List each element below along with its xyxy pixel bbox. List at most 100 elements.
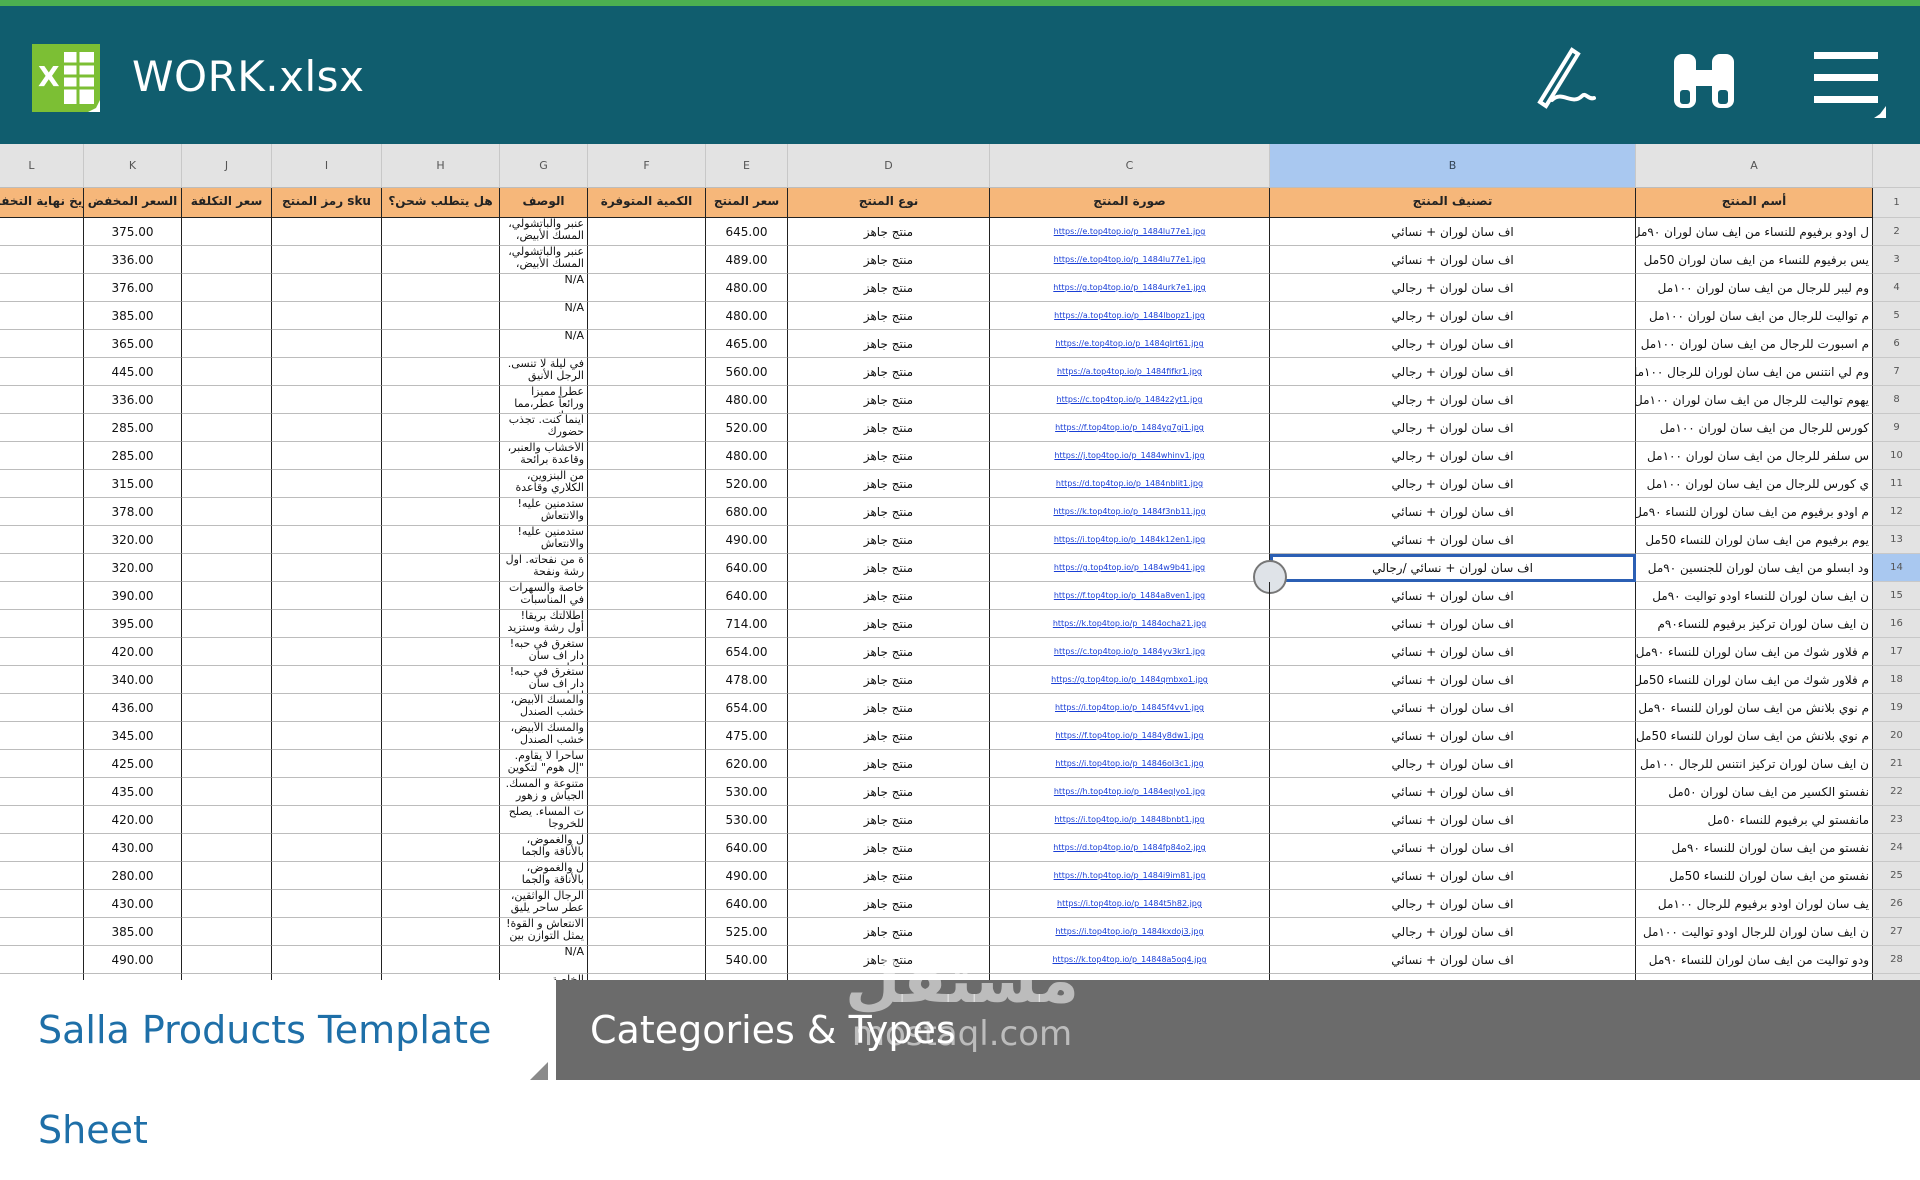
table-cell[interactable]: الأخشاب والعنبر، وقاعدة برائحة [500,442,588,470]
table-cell[interactable] [588,722,706,750]
table-cell[interactable]: اف سان لوران + نسائي [1270,778,1636,806]
table-cell[interactable] [272,918,382,946]
table-cell[interactable] [0,694,84,722]
table-cell[interactable]: اف سان لوران + رجالي [1270,386,1636,414]
table-cell[interactable]: منتج جاهز [788,918,990,946]
image-link-cell[interactable]: https://c.top4top.io/p_1484yv3kr1.jpg [990,638,1270,666]
table-cell[interactable]: 336.00 [84,246,182,274]
table-cell[interactable] [0,862,84,890]
table-cell[interactable]: م اسبورت للرجال من ايف سان لوران ١٠٠مل [1636,330,1873,358]
table-cell[interactable] [182,694,272,722]
hamburger-menu-icon[interactable] [1808,40,1888,120]
column-header-i[interactable]: I [272,144,382,188]
table-cell[interactable]: اف سان لوران + رجالي [1270,274,1636,302]
table-cell[interactable] [382,302,500,330]
table-cell[interactable] [182,582,272,610]
table-cell[interactable]: الانتعاش و القوة! يمثل التوازن بين [500,918,588,946]
image-link-cell[interactable]: https://f.top4top.io/p_1484yg7gi1.jpg [990,414,1270,442]
table-cell[interactable] [382,610,500,638]
table-cell[interactable] [382,806,500,834]
table-cell[interactable] [182,498,272,526]
row-number[interactable]: 16 [1873,610,1920,638]
table-cell[interactable] [588,666,706,694]
table-cell[interactable] [588,442,706,470]
table-cell[interactable] [272,806,382,834]
table-cell[interactable]: 345.00 [84,722,182,750]
table-cell[interactable] [0,554,84,582]
table-cell[interactable]: منتج جاهز [788,442,990,470]
table-cell[interactable] [0,386,84,414]
table-cell[interactable]: 654.00 [706,638,788,666]
table-cell[interactable]: 714.00 [706,610,788,638]
table-cell[interactable] [272,442,382,470]
table-cell[interactable]: 285.00 [84,414,182,442]
table-cell[interactable]: نفستو من ايف سان لوران للنساء ٩٠مل [1636,834,1873,862]
table-cell[interactable] [382,722,500,750]
header-cell-f[interactable]: الكمية المتوفرة [588,188,706,218]
table-cell[interactable] [272,330,382,358]
table-cell[interactable]: اف سان لوران + رجالي [1270,918,1636,946]
image-link-cell[interactable]: https://i.top4top.io/p_1484k12en1.jpg [990,526,1270,554]
row-number[interactable]: 6 [1873,330,1920,358]
table-cell[interactable] [588,918,706,946]
table-cell[interactable]: منتج جاهز [788,778,990,806]
table-cell[interactable] [382,246,500,274]
table-cell[interactable] [588,470,706,498]
table-cell[interactable]: وم ليبر للرجال من ايف سان لوران ١٠٠مل [1636,274,1873,302]
table-cell[interactable]: 645.00 [706,218,788,246]
table-cell[interactable] [0,918,84,946]
table-cell[interactable] [0,666,84,694]
table-cell[interactable] [382,358,500,386]
table-cell[interactable]: N/A [500,302,588,330]
table-cell[interactable]: منتج جاهز [788,834,990,862]
row-number[interactable]: 12 [1873,498,1920,526]
table-cell[interactable] [272,778,382,806]
table-cell[interactable] [0,442,84,470]
table-cell[interactable]: اف سان لوران + رجالي [1270,302,1636,330]
table-cell[interactable]: 285.00 [84,442,182,470]
row-number[interactable]: 5 [1873,302,1920,330]
table-cell[interactable] [0,498,84,526]
table-cell[interactable]: 480.00 [706,302,788,330]
table-cell[interactable] [588,414,706,442]
table-cell[interactable] [0,470,84,498]
table-cell[interactable] [382,274,500,302]
image-link-cell[interactable]: https://f.top4top.io/p_1484y8dw1.jpg [990,722,1270,750]
table-cell[interactable]: ستدمنين عليه! والانتعاش [500,526,588,554]
table-cell[interactable] [272,638,382,666]
table-cell[interactable]: 640.00 [706,834,788,862]
table-cell[interactable] [182,918,272,946]
table-cell[interactable]: منتج جاهز [788,554,990,582]
table-cell[interactable] [182,778,272,806]
table-cell[interactable] [382,918,500,946]
table-cell[interactable]: اف سان لوران + رجالي [1270,330,1636,358]
table-cell[interactable]: N/A [500,274,588,302]
table-cell[interactable] [382,330,500,358]
table-cell[interactable]: 320.00 [84,526,182,554]
table-cell[interactable] [272,526,382,554]
column-header-d[interactable]: D [788,144,990,188]
header-cell-k[interactable]: السعر المخفض [84,188,182,218]
table-cell[interactable]: منتج جاهز [788,722,990,750]
image-link-cell[interactable]: https://k.top4top.io/p_1484f3nb11.jpg [990,498,1270,526]
table-cell[interactable]: 320.00 [84,554,182,582]
table-cell[interactable]: 480.00 [706,386,788,414]
table-cell[interactable] [588,246,706,274]
table-cell[interactable]: الرجال الواثقين، عطر ساحر يليق [500,890,588,918]
table-cell[interactable]: ن ايف سان لوران للنساء اودو تواليت ٩٠مل [1636,582,1873,610]
table-cell[interactable] [272,302,382,330]
table-cell[interactable]: 280.00 [84,862,182,890]
table-cell[interactable]: اف سان لوران + نسائي [1270,610,1636,638]
table-cell[interactable] [588,862,706,890]
table-cell[interactable]: 376.00 [84,274,182,302]
table-cell[interactable] [182,526,272,554]
table-cell[interactable] [182,890,272,918]
table-cell[interactable] [0,750,84,778]
table-cell[interactable]: ي كورس للرجال من ايف سان لوران ١٠٠مل [1636,470,1873,498]
table-cell[interactable] [588,946,706,974]
row-number[interactable]: 7 [1873,358,1920,386]
table-cell[interactable]: منتج جاهز [788,470,990,498]
table-cell[interactable]: 425.00 [84,750,182,778]
table-cell[interactable]: ن ايف سان لوران للرجال اودو تواليت ١٠٠مل [1636,918,1873,946]
table-cell[interactable]: والمسك الأبيض، خشب الصندل [500,722,588,750]
